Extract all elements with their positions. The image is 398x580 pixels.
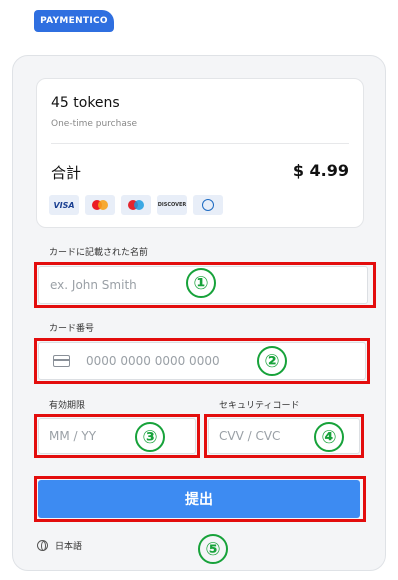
annotation-outline-3 bbox=[34, 414, 200, 458]
card-brands: VISA DISCOVER bbox=[49, 195, 223, 215]
product-name: 45 tokens bbox=[51, 95, 120, 111]
mastercard-icon bbox=[85, 195, 115, 215]
expiry-label: 有効期限 bbox=[49, 401, 86, 411]
diners-club-icon bbox=[193, 195, 223, 215]
order-summary-card: 45 tokens One-time purchase 合計 $ 4.99 VI… bbox=[36, 78, 364, 228]
annotation-marker-3: ③ bbox=[135, 422, 165, 452]
maestro-icon bbox=[121, 195, 151, 215]
security-code-label: セキュリティコード bbox=[219, 401, 300, 411]
brand-logo: PAYMENTICO bbox=[34, 10, 114, 32]
card-number-label: カード番号 bbox=[49, 324, 95, 334]
globe-icon bbox=[37, 540, 48, 551]
annotation-outline-2 bbox=[34, 338, 370, 384]
annotation-marker-4: ④ bbox=[314, 422, 344, 452]
purchase-type: One-time purchase bbox=[51, 119, 138, 129]
visa-icon: VISA bbox=[49, 195, 79, 215]
annotation-marker-1: ① bbox=[186, 268, 216, 298]
annotation-marker-2: ② bbox=[257, 346, 287, 376]
summary-divider bbox=[51, 143, 349, 144]
annotation-outline-5 bbox=[34, 476, 366, 522]
total-value: $ 4.99 bbox=[292, 161, 349, 180]
total-label: 合計 bbox=[51, 164, 82, 182]
language-label: 日本語 bbox=[55, 542, 83, 552]
name-label: カードに記載された名前 bbox=[49, 248, 149, 258]
annotation-marker-5: ⑤ bbox=[198, 534, 228, 564]
discover-icon: DISCOVER bbox=[157, 195, 187, 215]
language-selector[interactable]: 日本語 bbox=[37, 539, 82, 552]
